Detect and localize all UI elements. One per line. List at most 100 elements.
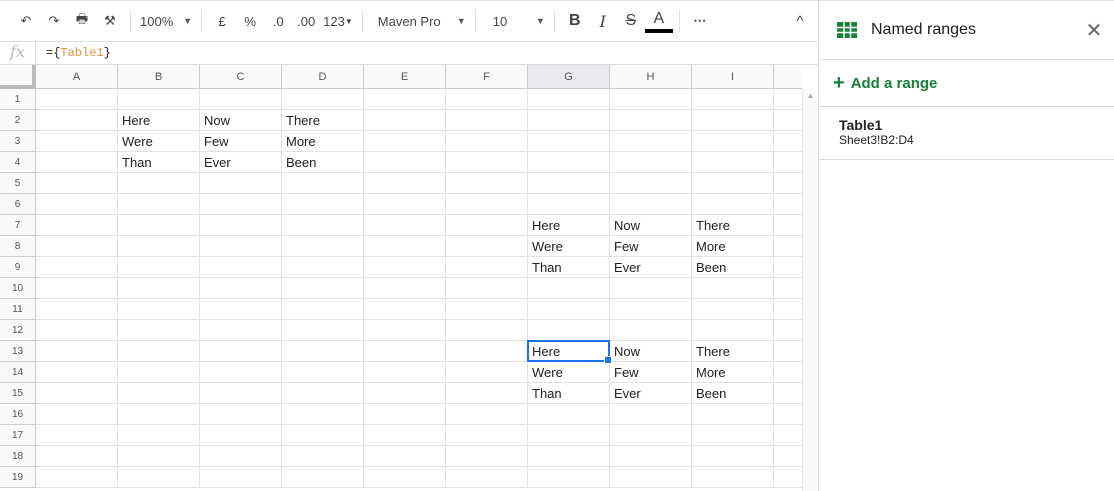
cell[interactable] (446, 194, 528, 215)
cell[interactable] (774, 278, 802, 299)
cell[interactable] (446, 383, 528, 404)
cell[interactable] (364, 362, 446, 383)
cell[interactable] (36, 404, 118, 425)
cell[interactable] (364, 215, 446, 236)
cell[interactable] (282, 362, 364, 383)
cell[interactable] (118, 299, 200, 320)
formula-input[interactable]: ={Table1} (36, 46, 111, 60)
cell[interactable] (446, 404, 528, 425)
cell[interactable] (774, 404, 802, 425)
cell[interactable] (200, 194, 282, 215)
cell[interactable] (200, 320, 282, 341)
cell[interactable] (774, 236, 802, 257)
column-header-e[interactable]: E (364, 65, 446, 89)
undo-icon[interactable]: ↶ (12, 7, 40, 35)
cell[interactable] (528, 425, 610, 446)
cell[interactable] (36, 383, 118, 404)
cell[interactable] (364, 194, 446, 215)
column-header-h[interactable]: H (610, 65, 692, 89)
cell[interactable] (774, 173, 802, 194)
cell[interactable] (528, 446, 610, 467)
cell[interactable] (200, 257, 282, 278)
cell[interactable] (446, 446, 528, 467)
column-header-g[interactable]: G (528, 65, 610, 89)
cell[interactable] (364, 320, 446, 341)
cell[interactable] (528, 152, 610, 173)
cell[interactable] (528, 173, 610, 194)
column-header-a[interactable]: A (36, 65, 118, 89)
cell[interactable] (774, 446, 802, 467)
cell[interactable] (118, 320, 200, 341)
cell[interactable] (446, 215, 528, 236)
cell[interactable] (364, 110, 446, 131)
cell[interactable] (610, 320, 692, 341)
cell-b4[interactable]: Than (118, 152, 200, 173)
cell[interactable] (200, 173, 282, 194)
cell-c4[interactable]: Ever (200, 152, 282, 173)
cell[interactable] (692, 320, 774, 341)
cell[interactable] (282, 194, 364, 215)
cell[interactable] (200, 278, 282, 299)
cell[interactable] (282, 257, 364, 278)
cell[interactable] (118, 278, 200, 299)
cell[interactable] (118, 173, 200, 194)
cell[interactable] (118, 383, 200, 404)
cell[interactable] (446, 341, 528, 362)
row-header-18[interactable]: 18 (0, 446, 36, 467)
vertical-scrollbar[interactable]: ▲ (802, 89, 818, 491)
cell[interactable] (528, 278, 610, 299)
cell[interactable] (692, 425, 774, 446)
cell[interactable] (364, 236, 446, 257)
cell[interactable] (446, 173, 528, 194)
cell[interactable] (364, 278, 446, 299)
cell[interactable] (282, 320, 364, 341)
cell[interactable] (118, 89, 200, 110)
cell[interactable] (774, 320, 802, 341)
font-size-select[interactable]: 10 ▼ (482, 7, 548, 35)
cell[interactable] (200, 467, 282, 488)
cell[interactable] (200, 446, 282, 467)
cell-i13[interactable]: There (692, 341, 774, 362)
cell[interactable] (282, 341, 364, 362)
cell[interactable] (610, 446, 692, 467)
cell[interactable] (446, 278, 528, 299)
cell[interactable] (528, 110, 610, 131)
cell[interactable] (118, 404, 200, 425)
cell[interactable] (692, 131, 774, 152)
cell[interactable] (446, 131, 528, 152)
cell[interactable] (200, 236, 282, 257)
cell[interactable] (282, 173, 364, 194)
cell[interactable] (364, 341, 446, 362)
cell[interactable] (774, 215, 802, 236)
cell[interactable] (610, 173, 692, 194)
cell[interactable] (446, 299, 528, 320)
cell[interactable] (282, 89, 364, 110)
cell[interactable] (200, 89, 282, 110)
cell[interactable] (692, 299, 774, 320)
cell[interactable] (36, 257, 118, 278)
cell-i14[interactable]: More (692, 362, 774, 383)
row-header-14[interactable]: 14 (0, 362, 36, 383)
cell[interactable] (528, 467, 610, 488)
cell-g9[interactable]: Than (528, 257, 610, 278)
cell[interactable] (774, 110, 802, 131)
cell[interactable] (364, 257, 446, 278)
cell-h8[interactable]: Few (610, 236, 692, 257)
cell-d4[interactable]: Been (282, 152, 364, 173)
cell[interactable] (692, 110, 774, 131)
cell[interactable] (118, 362, 200, 383)
cell[interactable] (364, 467, 446, 488)
cell-g15[interactable]: Than (528, 383, 610, 404)
cell[interactable] (36, 89, 118, 110)
decrease-decimal-button[interactable]: .0 (264, 7, 292, 35)
cell[interactable] (364, 89, 446, 110)
print-icon[interactable]: 🖶 (68, 7, 96, 35)
cell-h14[interactable]: Few (610, 362, 692, 383)
cell[interactable] (36, 341, 118, 362)
cell[interactable] (118, 257, 200, 278)
cell[interactable] (528, 404, 610, 425)
cell-c2[interactable]: Now (200, 110, 282, 131)
more-formats-button[interactable]: 123 ▼ (320, 7, 356, 35)
cell[interactable] (36, 299, 118, 320)
cell-g8[interactable]: Were (528, 236, 610, 257)
